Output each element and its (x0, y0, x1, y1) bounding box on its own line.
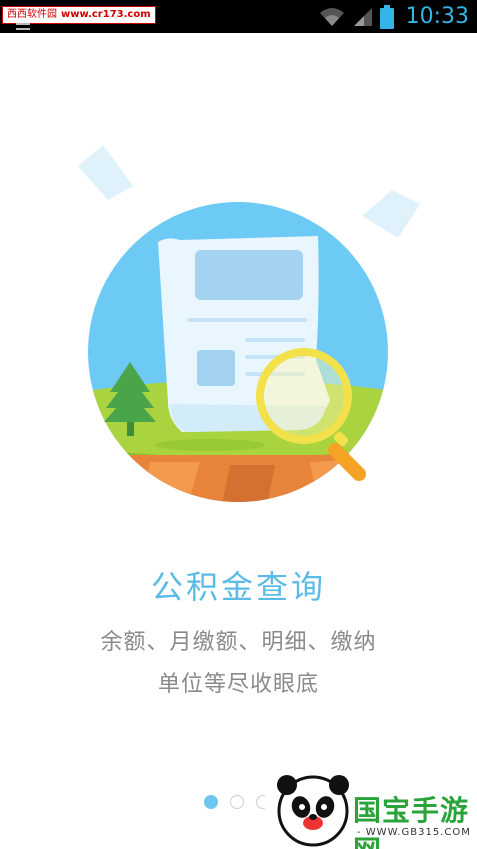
status-bar: 西西软件园 www.cr173.com 10:33 (0, 0, 477, 33)
onboarding-screen: 西西软件园 www.cr173.com 10:33 公积金查询 余额、月缴额、明… (0, 0, 477, 849)
menu-icon (16, 23, 30, 30)
page-indicator (204, 795, 270, 809)
watermark-url: www.cr173.com (61, 9, 151, 20)
feature-description-line-1: 余额、月缴额、明细、缴纳 (100, 630, 377, 655)
hero-illustration (78, 145, 420, 502)
signal-icon (353, 7, 372, 26)
battery-icon (379, 4, 394, 29)
feature-title: 公积金查询 (150, 568, 326, 606)
feature-description: 余额、月缴额、明细、缴纳 单位等尽收眼底 (0, 622, 477, 706)
watermark-brand-url: - WWW.GB315.COM - (357, 827, 471, 849)
panda-logo-icon (277, 775, 349, 847)
feature-description-line-2: 单位等尽收眼底 (157, 672, 319, 697)
status-time: 10:33 (405, 4, 469, 29)
paper-scrap-left-icon (78, 145, 133, 200)
paper-scrap-right-icon (362, 190, 420, 238)
page-dot-2[interactable] (230, 795, 244, 809)
status-icons: 10:33 (318, 0, 469, 33)
page-dot-1[interactable] (204, 795, 218, 809)
watermark-site: 西西软件园 (7, 9, 57, 20)
wifi-icon (319, 7, 344, 26)
watermark-bottom: 国宝手游网 - WWW.GB315.COM - (265, 767, 477, 849)
